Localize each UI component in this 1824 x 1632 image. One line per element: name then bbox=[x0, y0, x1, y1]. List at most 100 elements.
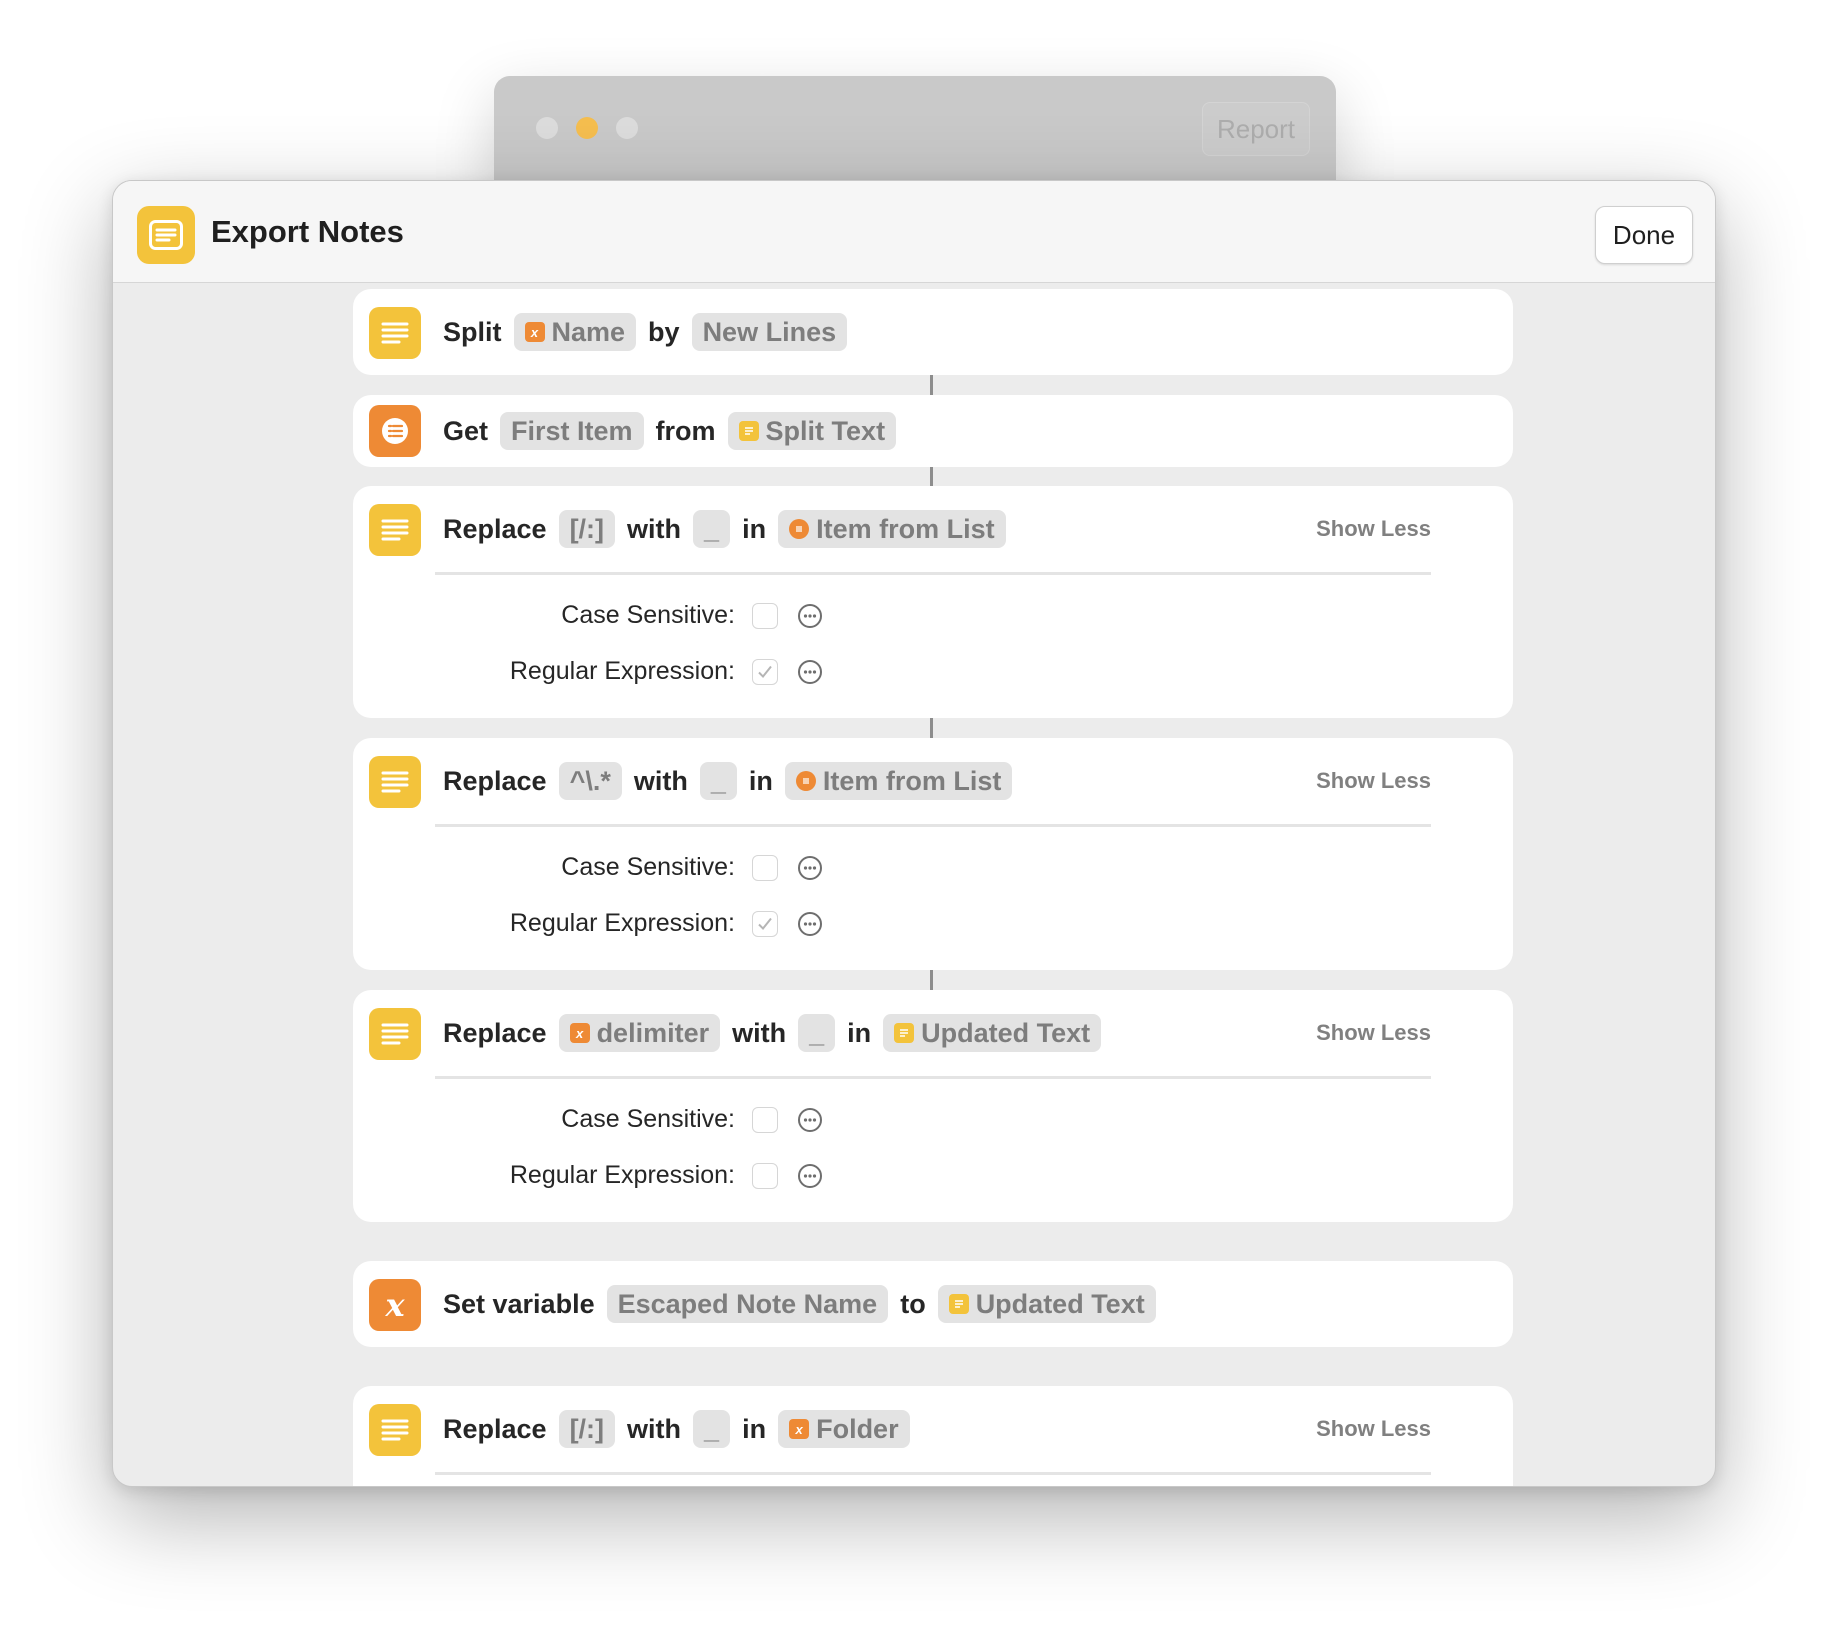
action-replace-text[interactable]: Replace x delimiter with _ in Updated Tex… bbox=[353, 990, 1513, 1222]
option-label: Case Sensitive: bbox=[561, 853, 735, 881]
token-label: New Lines bbox=[702, 316, 837, 347]
token-label: Item from List bbox=[816, 513, 995, 544]
action-keyword: in bbox=[742, 513, 767, 544]
token-label: _ bbox=[704, 1413, 720, 1444]
parameter-replacement-token[interactable]: _ bbox=[699, 762, 737, 800]
variable-x-icon: x bbox=[369, 1279, 421, 1331]
action-keyword: with bbox=[633, 765, 688, 796]
action-keyword: Replace bbox=[443, 1017, 547, 1048]
ellipsis-circle-icon[interactable] bbox=[797, 855, 823, 881]
divider bbox=[435, 824, 1431, 827]
token-label: _ bbox=[809, 1017, 825, 1048]
token-label: _ bbox=[704, 513, 720, 544]
ellipsis-circle-icon[interactable] bbox=[797, 603, 823, 629]
token-label: Name bbox=[551, 316, 626, 347]
shortcut-title: Export Notes bbox=[211, 214, 404, 249]
zoom-button[interactable] bbox=[616, 117, 638, 139]
text-lines-icon bbox=[369, 1008, 421, 1060]
parameter-replacement-token[interactable]: _ bbox=[693, 510, 731, 548]
parameter-source-token[interactable]: Item from List bbox=[784, 762, 1013, 800]
action-get-item[interactable]: Get First Item from Split Text bbox=[353, 395, 1513, 467]
checkmark-icon bbox=[758, 917, 772, 930]
show-less-button[interactable]: Show Less bbox=[1316, 486, 1431, 572]
token-label: Updated Text bbox=[975, 1288, 1145, 1319]
ellipsis-circle-icon[interactable] bbox=[797, 659, 823, 685]
text-lines-icon bbox=[137, 206, 195, 264]
parameter-find-token[interactable]: x delimiter bbox=[558, 1014, 721, 1052]
action-keyword: Replace bbox=[443, 1413, 547, 1444]
option-case-sensitive: Case Sensitive: bbox=[353, 1101, 1513, 1141]
option-label: Case Sensitive: bbox=[561, 1105, 735, 1133]
parameter-value-token[interactable]: Updated Text bbox=[937, 1285, 1156, 1323]
parameter-find-token[interactable]: ^\.* bbox=[558, 762, 622, 800]
option-regular-expression: Regular Expression: bbox=[353, 1157, 1513, 1197]
parameter-source-token[interactable]: x Folder bbox=[778, 1410, 910, 1448]
ellipsis-circle-icon[interactable] bbox=[797, 1163, 823, 1189]
parameter-variable-token[interactable]: Escaped Note Name bbox=[606, 1285, 889, 1323]
text-lines-icon bbox=[369, 504, 421, 556]
token-label: Item from List bbox=[822, 765, 1002, 796]
token-label: Split Text bbox=[765, 415, 886, 446]
case-sensitive-checkbox[interactable] bbox=[752, 603, 778, 629]
action-keyword: Replace bbox=[443, 513, 547, 544]
token-label: Folder bbox=[816, 1413, 899, 1444]
show-less-button[interactable]: Show Less bbox=[1316, 990, 1431, 1076]
action-keyword: to bbox=[900, 1288, 926, 1319]
token-label: First Item bbox=[511, 415, 633, 446]
divider bbox=[435, 1076, 1431, 1079]
action-connector bbox=[930, 718, 933, 738]
parameter-input-token[interactable]: x Name bbox=[513, 313, 637, 351]
option-regular-expression: Regular Expression: bbox=[353, 653, 1513, 693]
divider bbox=[435, 1472, 1431, 1475]
action-replace-text[interactable]: Replace [/:] with _ in Item from List Sh… bbox=[353, 486, 1513, 718]
action-split-text[interactable]: Split x Name by New Lines bbox=[353, 289, 1513, 375]
option-label: Case Sensitive: bbox=[561, 601, 735, 629]
action-connector bbox=[930, 467, 933, 487]
parameter-find-token[interactable]: [/:] bbox=[558, 510, 616, 548]
parameter-source-token[interactable]: Updated Text bbox=[883, 1014, 1102, 1052]
minimize-button[interactable] bbox=[576, 117, 598, 139]
list-icon bbox=[795, 771, 816, 791]
action-set-variable[interactable]: x Set variable Escaped Note Name to Upda… bbox=[353, 1261, 1513, 1347]
divider bbox=[435, 572, 1431, 575]
action-connector bbox=[930, 970, 933, 990]
regular-expression-checkbox[interactable] bbox=[752, 1163, 778, 1189]
shortcut-editor-sheet: Export Notes Done Split x Name by New Lin… bbox=[112, 180, 1716, 1487]
report-button[interactable]: Report bbox=[1202, 102, 1310, 156]
parameter-replacement-token[interactable]: _ bbox=[798, 1014, 836, 1052]
case-sensitive-checkbox[interactable] bbox=[752, 1107, 778, 1133]
parameter-source-token[interactable]: Item from List bbox=[778, 510, 1006, 548]
token-label: _ bbox=[710, 765, 726, 796]
action-keyword: in bbox=[847, 1017, 872, 1048]
action-replace-text[interactable]: Replace ^\.* with _ in Item from List Sh… bbox=[353, 738, 1513, 970]
option-case-sensitive: Case Sensitive: bbox=[353, 849, 1513, 889]
action-replace-text[interactable]: Replace [/:] with _ in x Folder Show Less bbox=[353, 1386, 1513, 1486]
action-keyword: Replace bbox=[443, 765, 547, 796]
list-icon bbox=[789, 519, 810, 539]
regular-expression-checkbox[interactable] bbox=[752, 911, 778, 937]
parameter-separator-token[interactable]: New Lines bbox=[691, 313, 848, 351]
case-sensitive-checkbox[interactable] bbox=[752, 855, 778, 881]
text-lines-icon bbox=[369, 756, 421, 808]
regular-expression-checkbox[interactable] bbox=[752, 659, 778, 685]
text-lines-icon bbox=[894, 1023, 915, 1043]
ellipsis-circle-icon[interactable] bbox=[797, 1107, 823, 1133]
background-window: Report bbox=[494, 76, 1336, 196]
parameter-find-token[interactable]: [/:] bbox=[558, 1410, 616, 1448]
text-lines-icon bbox=[369, 307, 421, 359]
show-less-button[interactable]: Show Less bbox=[1316, 738, 1431, 824]
action-keyword: with bbox=[732, 1017, 787, 1048]
parameter-replacement-token[interactable]: _ bbox=[693, 1410, 731, 1448]
token-label: Updated Text bbox=[921, 1017, 1091, 1048]
action-keyword: by bbox=[648, 316, 680, 347]
show-less-button[interactable]: Show Less bbox=[1316, 1386, 1431, 1472]
ellipsis-circle-icon[interactable] bbox=[797, 911, 823, 937]
action-keyword: in bbox=[742, 1413, 767, 1444]
option-label: Regular Expression: bbox=[509, 657, 735, 685]
close-button[interactable] bbox=[536, 117, 558, 139]
parameter-item-token[interactable]: First Item bbox=[500, 412, 644, 450]
parameter-list-token[interactable]: Split Text bbox=[727, 412, 897, 450]
done-button[interactable]: Done bbox=[1595, 206, 1693, 264]
text-lines-icon bbox=[738, 421, 759, 441]
action-keyword: with bbox=[627, 513, 682, 544]
